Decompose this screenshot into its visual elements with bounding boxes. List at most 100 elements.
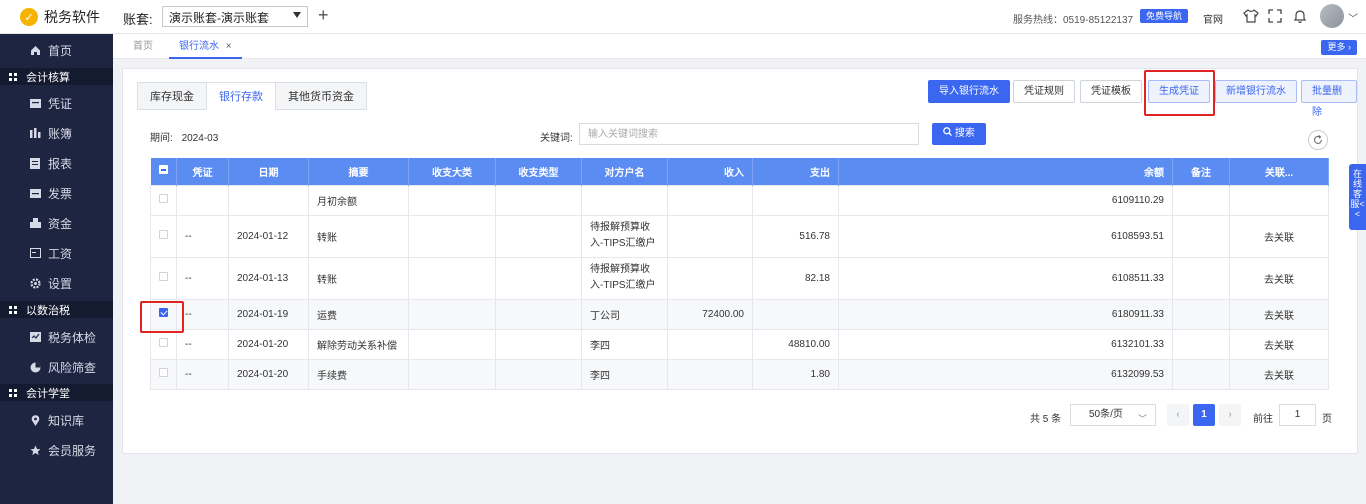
sidebar-section-academy[interactable]: 会计学堂 <box>0 384 113 401</box>
skin-icon[interactable] <box>1242 7 1260 25</box>
cell-voucher <box>176 184 229 216</box>
tab-home[interactable]: 首页 <box>133 34 153 59</box>
sidebar-item-label: 知识库 <box>48 413 85 428</box>
link-action[interactable]: 去关联 <box>1229 298 1329 330</box>
sidebar-section-accounting[interactable]: 会计核算 <box>0 68 113 85</box>
voucher-icon <box>29 97 41 109</box>
sidebar-item-home[interactable]: 首页 <box>0 35 113 65</box>
sidebar-item-settings[interactable]: 设置 <box>0 268 113 298</box>
cell-note <box>1172 184 1230 216</box>
sidebar-item-funds[interactable]: 资金 <box>0 208 113 238</box>
keyword-search-input[interactable] <box>579 123 919 145</box>
table-row: -- 2024-01-20 手续费 李四 1.80 6132099.53 去关联 <box>150 358 1329 390</box>
link-action[interactable]: 去关联 <box>1229 214 1329 258</box>
online-service-tab[interactable]: 在线客服<< <box>1349 164 1366 230</box>
page-tab-strip: 首页 银行流水 × 更多 › <box>113 34 1366 59</box>
tab-bank-deposit[interactable]: 银行存款 <box>206 82 276 110</box>
cell-voucher: -- <box>176 298 229 330</box>
row-checkbox[interactable] <box>150 184 177 216</box>
table-header-row: 凭证 日期 摘要 收支大类 收支类型 对方户名 收入 支出 余额 备注 关联..… <box>150 158 1329 185</box>
next-page-button[interactable]: › <box>1219 404 1241 426</box>
cell-date: 2024-01-12 <box>228 214 309 258</box>
link-action[interactable]: 去关联 <box>1229 358 1329 390</box>
sidebar-item-label: 凭证 <box>48 96 73 111</box>
sidebar-item-label: 报表 <box>48 156 73 171</box>
invoice-icon <box>29 187 41 199</box>
import-bank-statement-button[interactable]: 导入银行流水 <box>928 80 1010 103</box>
sidebar-item-voucher[interactable]: 凭证 <box>0 88 113 118</box>
row-checkbox[interactable] <box>150 256 177 300</box>
cell-income <box>667 328 753 360</box>
goto-page-input[interactable]: 1 <box>1279 404 1316 426</box>
official-site-link[interactable]: 官网 <box>1203 11 1223 26</box>
cell-expense: 1.80 <box>752 358 839 390</box>
more-button[interactable]: 更多 › <box>1321 40 1357 55</box>
fullscreen-icon[interactable] <box>1266 7 1284 25</box>
search-button[interactable]: 搜索 <box>932 123 986 145</box>
free-guide-button[interactable]: 免费导航 <box>1140 9 1189 23</box>
user-avatar[interactable] <box>1320 4 1344 28</box>
row-checkbox[interactable] <box>150 328 177 360</box>
cell-date: 2024-01-20 <box>228 328 309 360</box>
chevron-down-icon[interactable]: ﹀ <box>1348 10 1358 25</box>
prev-page-button[interactable]: ‹ <box>1167 404 1189 426</box>
cell-balance: 6108593.51 <box>838 214 1173 258</box>
tax-check-icon <box>29 331 41 343</box>
tab-other-funds[interactable]: 其他货币资金 <box>275 82 367 110</box>
bell-icon[interactable] <box>1291 7 1309 25</box>
close-icon[interactable]: × <box>226 41 232 52</box>
add-account-icon[interactable]: + <box>318 5 329 25</box>
voucher-rules-button[interactable]: 凭证规则 <box>1013 80 1075 103</box>
sidebar-section-tax[interactable]: 以数治税 <box>0 301 113 318</box>
cell-income <box>667 214 753 258</box>
add-bank-statement-button[interactable]: 新增银行流水 <box>1215 80 1297 103</box>
location-icon <box>29 414 41 426</box>
sidebar-item-membership[interactable]: 会员服务 <box>0 435 113 465</box>
cell-summary: 转账 <box>308 214 409 258</box>
voucher-template-button[interactable]: 凭证模板 <box>1080 80 1142 103</box>
salary-icon <box>29 247 41 259</box>
sidebar-item-label: 税务体检 <box>48 330 97 345</box>
row-checkbox[interactable] <box>150 358 177 390</box>
cell-expense: 48810.00 <box>752 328 839 360</box>
select-all-checkbox[interactable] <box>150 158 177 185</box>
highlight-checked-row <box>140 301 184 333</box>
column-header: 日期 <box>228 158 309 185</box>
page-size-select[interactable]: 50条/页 ﹀ <box>1070 404 1156 426</box>
row-checkbox[interactable] <box>150 214 177 258</box>
table-row: -- 2024-01-12 转账 待报解预算收入-TIPS汇缴户 516.78 … <box>150 214 1329 258</box>
cell-income <box>667 256 753 300</box>
page-size-value: 50条/页 <box>1089 409 1123 420</box>
column-header: 余额 <box>838 158 1173 185</box>
cell-counterparty: 李四 <box>581 358 668 390</box>
cell-summary: 月初余额 <box>308 184 409 216</box>
link-action[interactable]: 去关联 <box>1229 256 1329 300</box>
cell-summary: 手续费 <box>308 358 409 390</box>
cell-note <box>1172 298 1230 330</box>
tab-cash[interactable]: 库存现金 <box>137 82 207 110</box>
link-action[interactable]: 去关联 <box>1229 328 1329 360</box>
sidebar-item-salary[interactable]: 工资 <box>0 238 113 268</box>
batch-delete-button[interactable]: 批量删除 <box>1301 80 1357 118</box>
sidebar-item-report[interactable]: 报表 <box>0 148 113 178</box>
cell-income <box>667 358 753 390</box>
goto-label: 前往 <box>1253 414 1273 425</box>
sidebar-item-tax-check[interactable]: 税务体检 <box>0 322 113 352</box>
sidebar-item-knowledge[interactable]: 知识库 <box>0 405 113 435</box>
report-icon <box>29 157 41 169</box>
sidebar-item-ledger[interactable]: 账簿 <box>0 118 113 148</box>
sidebar-item-risk[interactable]: 风险筛查 <box>0 352 113 382</box>
grid-icon <box>9 305 17 314</box>
page-1-button[interactable]: 1 <box>1193 404 1215 426</box>
tab-bank-statement[interactable]: 银行流水 × <box>169 34 242 59</box>
cell-type <box>495 298 582 330</box>
app-name: 税务软件 <box>44 9 100 25</box>
cell-balance: 6132101.33 <box>838 328 1173 360</box>
account-select[interactable]: 演示账套-演示账套 <box>162 6 308 27</box>
sidebar-item-label: 工资 <box>48 246 73 261</box>
link-action[interactable] <box>1229 184 1329 216</box>
sidebar-item-invoice[interactable]: 发票 <box>0 178 113 208</box>
refresh-button[interactable] <box>1308 130 1328 150</box>
app-logo[interactable]: ✓ 税务软件 <box>20 7 100 27</box>
grid-icon <box>9 388 17 397</box>
